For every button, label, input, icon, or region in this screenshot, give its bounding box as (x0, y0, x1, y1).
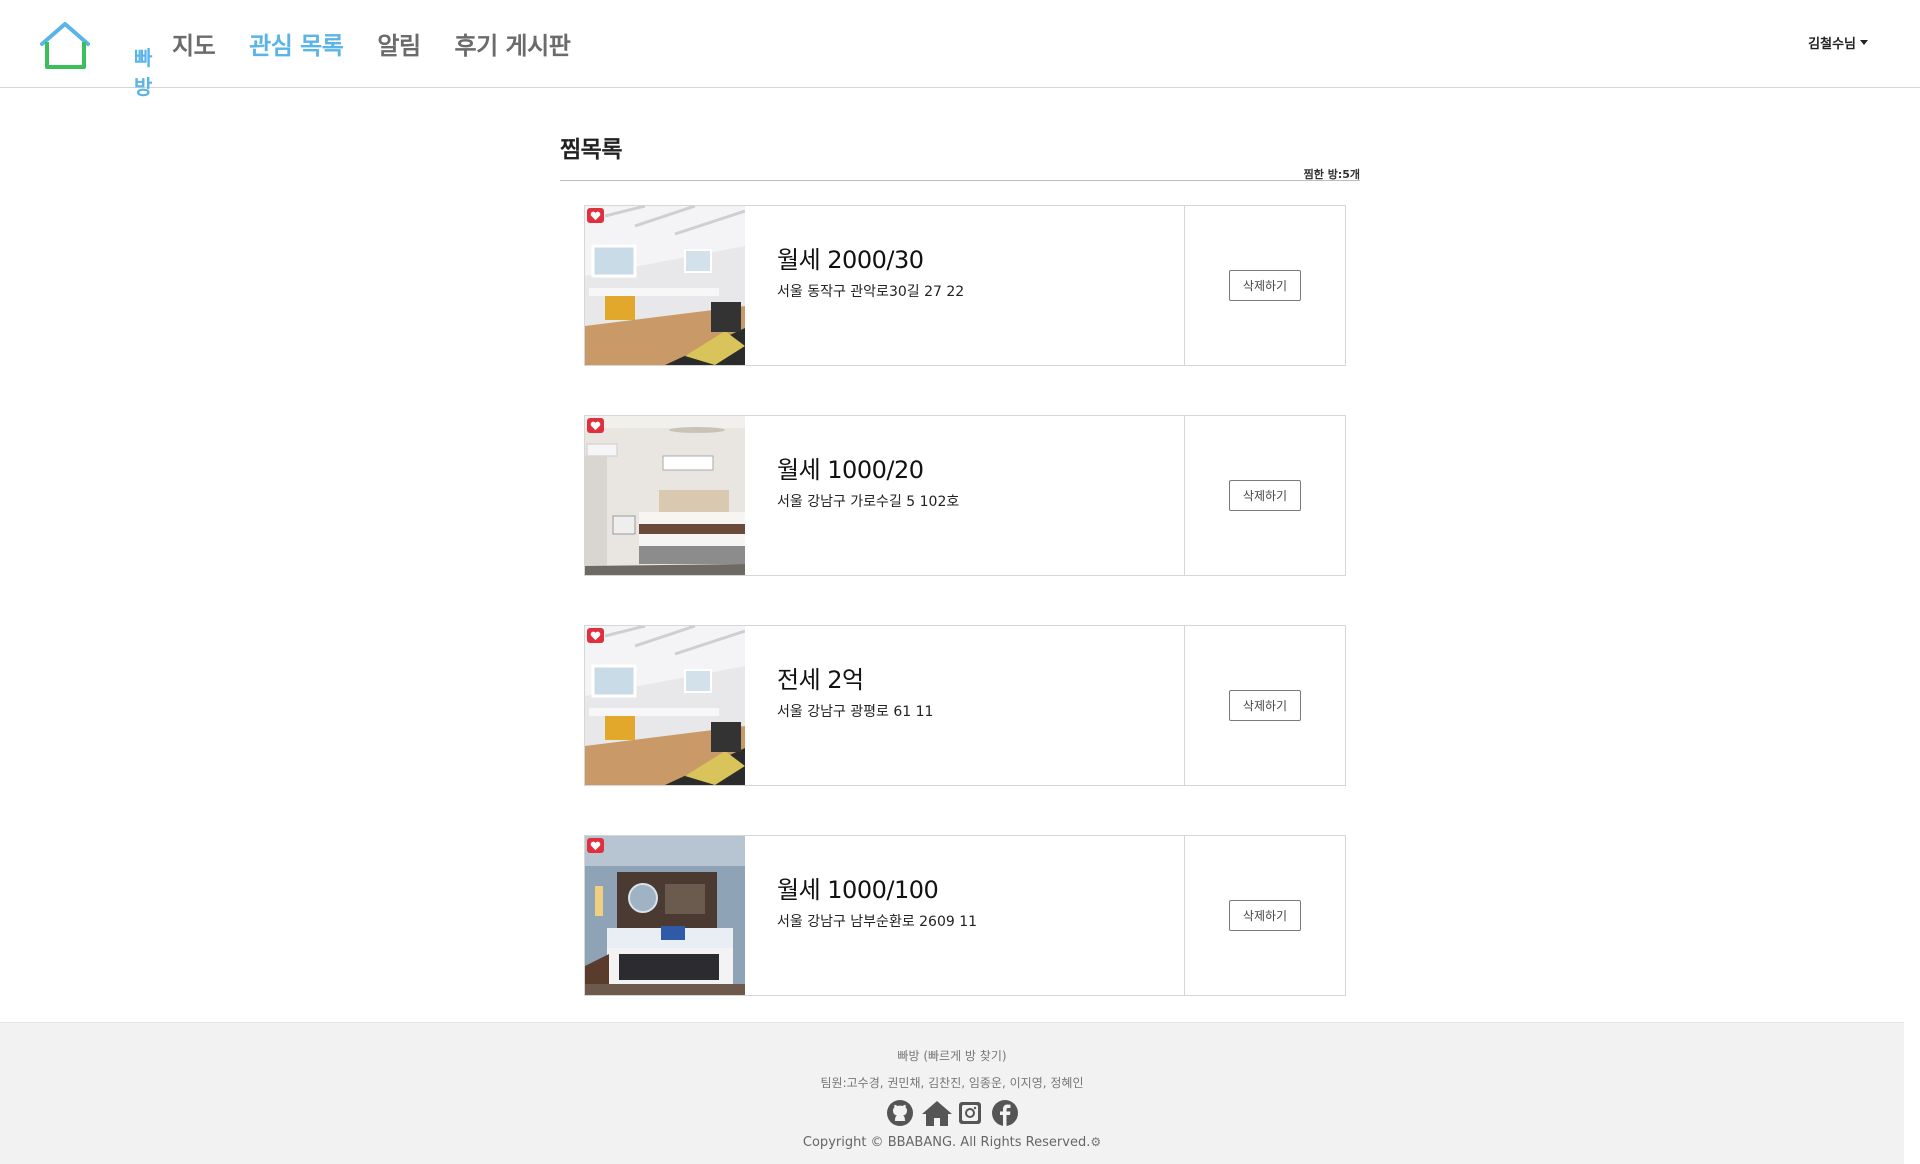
nav-reviews[interactable]: 후기 게시판 (455, 26, 571, 61)
social-links (0, 1099, 1904, 1127)
delete-button[interactable]: 삭제하기 (1229, 690, 1301, 721)
house-logo-icon (40, 22, 90, 69)
room-price: 월세 2000/30 (777, 246, 924, 274)
room-info[interactable]: 전세 2억 서울 강남구 광평로 61 11 (745, 626, 1185, 785)
divider (560, 180, 1360, 181)
nav-favorites[interactable]: 관심 목록 (249, 26, 344, 61)
heart-icon[interactable] (587, 208, 604, 223)
instagram-icon[interactable] (956, 1099, 984, 1127)
heart-icon[interactable] (587, 418, 604, 433)
delete-button[interactable]: 삭제하기 (1229, 480, 1301, 511)
room-info[interactable]: 월세 1000/20 서울 강남구 가로수길 5 102호 (745, 416, 1185, 575)
home-icon[interactable] (921, 1099, 952, 1127)
action-cell: 삭제하기 (1185, 626, 1345, 785)
main-nav: 지도 관심 목록 알림 후기 게시판 (172, 26, 571, 61)
footer-copyright: Copyright © BBABANG. All Rights Reserved… (0, 1135, 1904, 1150)
page-title: 찜목록 (560, 137, 622, 163)
room-address: 서울 강남구 가로수길 5 102호 (777, 494, 960, 510)
room-price: 전세 2억 (777, 666, 864, 694)
facebook-icon[interactable] (991, 1099, 1019, 1127)
room-address: 서울 강남구 광평로 61 11 (777, 704, 934, 720)
room-price: 월세 1000/100 (777, 876, 939, 904)
action-cell: 삭제하기 (1185, 836, 1345, 995)
list-item: 전세 2억 서울 강남구 광평로 61 11 삭제하기 (584, 625, 1346, 786)
heart-icon[interactable] (587, 628, 604, 643)
heart-icon[interactable] (587, 838, 604, 853)
footer-tagline: 빠방 (빠르게 방 찾기) (897, 1049, 1007, 1063)
top-navbar: 빠방 지도 관심 목록 알림 후기 게시판 김철수님 (0, 0, 1920, 99)
room-photo[interactable] (585, 626, 745, 785)
list-item: 월세 2000/30 서울 동작구 관악로30길 27 22 삭제하기 (584, 205, 1346, 366)
room-photo[interactable] (585, 206, 745, 365)
room-photo[interactable] (585, 416, 745, 575)
caret-down-icon (1860, 40, 1868, 45)
footer-team: 팀원:고수경, 권민채, 김찬진, 임종운, 이지영, 정혜인 (820, 1076, 1084, 1090)
logo-text: 빠방 (134, 46, 152, 99)
list-item: 월세 1000/100 서울 강남구 남부순환로 2609 11 삭제하기 (584, 835, 1346, 996)
footer: 빠방 (빠르게 방 찾기) 팀원:고수경, 권민채, 김찬진, 임종운, 이지영… (0, 1022, 1904, 1164)
room-photo[interactable] (585, 836, 745, 995)
action-cell: 삭제하기 (1185, 416, 1345, 575)
github-icon[interactable] (886, 1099, 914, 1127)
delete-button[interactable]: 삭제하기 (1229, 270, 1301, 301)
room-address: 서울 강남구 남부순환로 2609 11 (777, 914, 978, 930)
room-info[interactable]: 월세 2000/30 서울 동작구 관악로30길 27 22 (745, 206, 1185, 365)
nav-notifications[interactable]: 알림 (377, 26, 421, 61)
nav-map[interactable]: 지도 (172, 26, 216, 61)
favorite-list: 월세 2000/30 서울 동작구 관악로30길 27 22 삭제하기 월세 1… (584, 205, 1346, 1045)
room-price: 월세 1000/20 (777, 456, 924, 484)
copyright-text: Copyright © BBABANG. All Rights Reserved… (802, 1135, 1091, 1150)
user-menu-dropdown[interactable]: 김철수님 (1808, 33, 1868, 52)
logo[interactable]: 빠방 (38, 20, 152, 99)
room-address: 서울 동작구 관악로30길 27 22 (777, 284, 965, 300)
delete-button[interactable]: 삭제하기 (1229, 900, 1301, 931)
action-cell: 삭제하기 (1185, 206, 1345, 365)
user-name: 김철수님 (1808, 37, 1856, 52)
list-item: 월세 1000/20 서울 강남구 가로수길 5 102호 삭제하기 (584, 415, 1346, 576)
room-info[interactable]: 월세 1000/100 서울 강남구 남부순환로 2609 11 (745, 836, 1185, 995)
gear-icon[interactable]: ⚙ (1090, 1135, 1101, 1149)
